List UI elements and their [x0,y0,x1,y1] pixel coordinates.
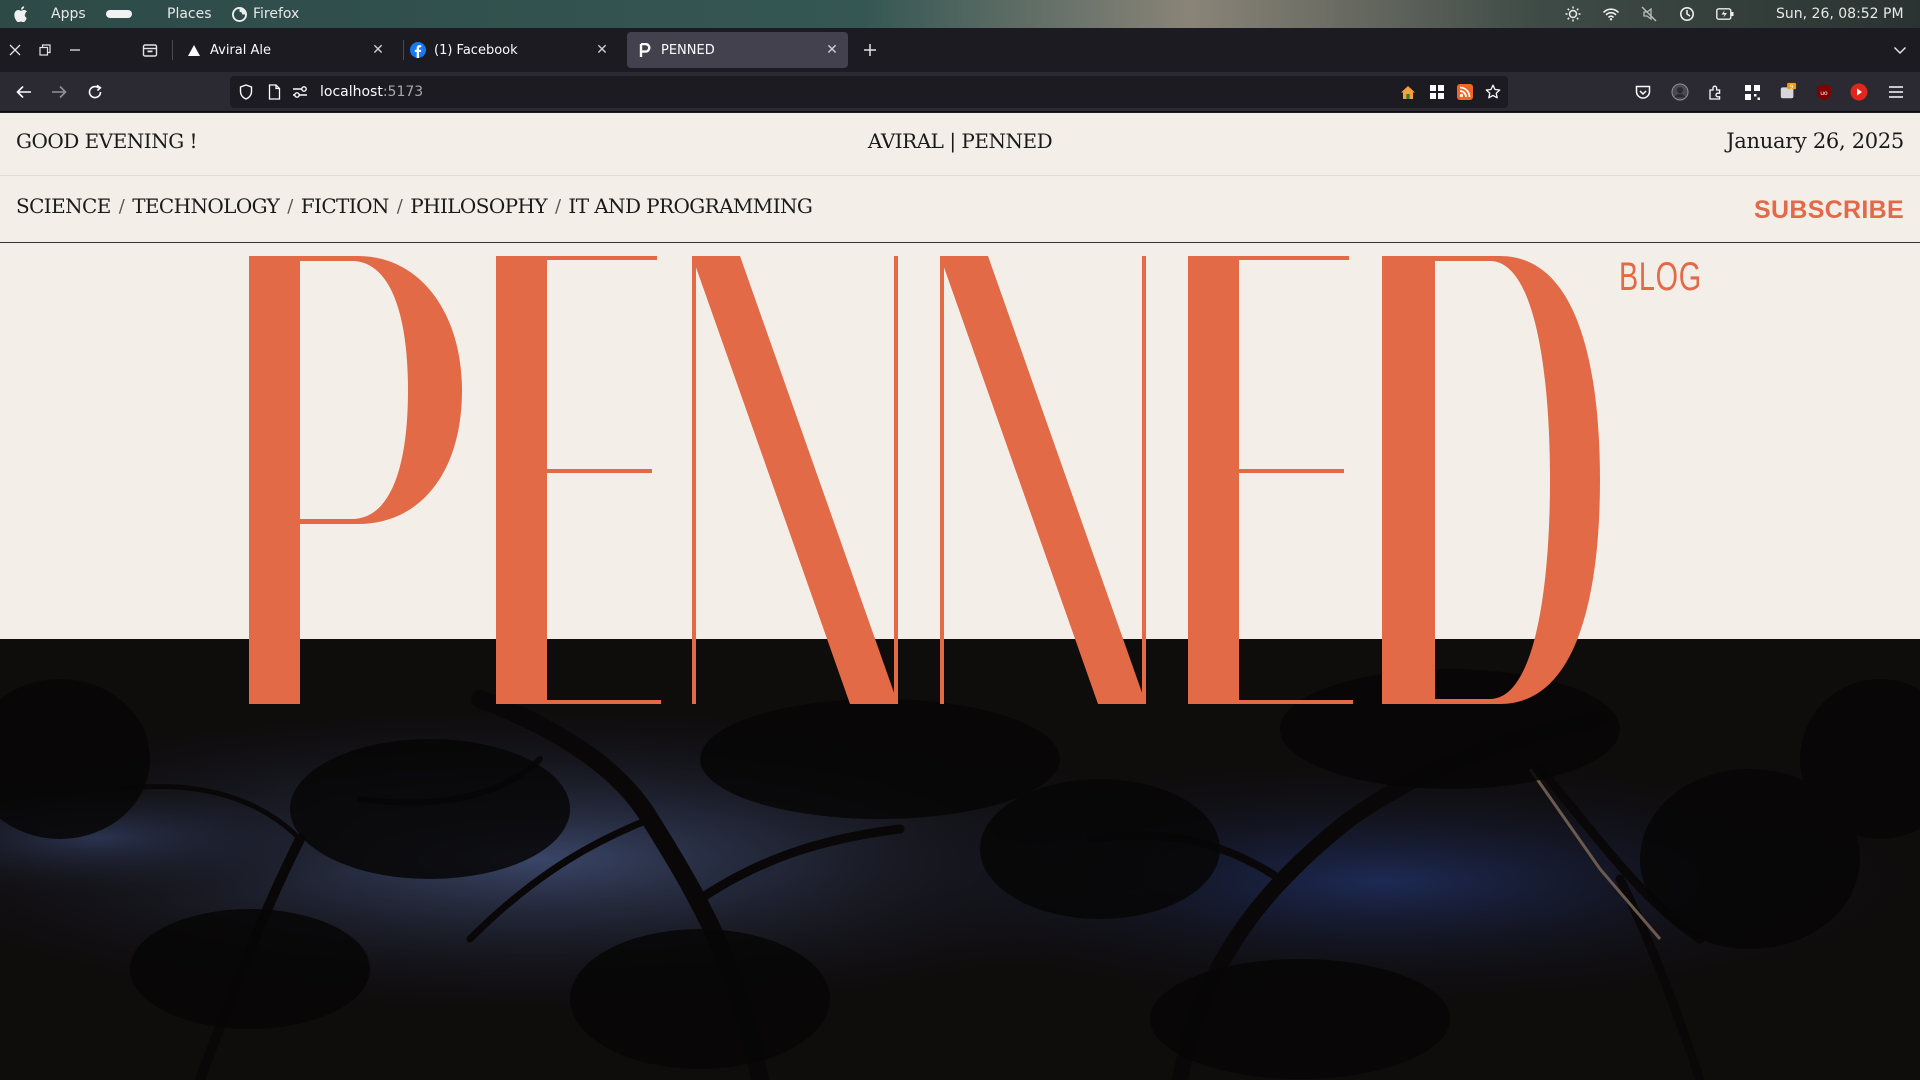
brightness-icon[interactable] [1564,5,1582,23]
pocket-icon[interactable] [1634,83,1652,101]
vercel-icon [186,42,202,58]
window-minimize-icon[interactable] [63,38,87,62]
firefox-icon [232,0,247,28]
svg-text:9: 9 [1790,84,1794,90]
tab-close-icon[interactable]: ✕ [824,42,840,58]
list-all-tabs-icon[interactable] [1888,38,1912,62]
menu-places[interactable]: Places [167,0,212,28]
sound-muted-icon[interactable] [1640,5,1658,23]
page-icon[interactable] [266,84,282,100]
permissions-icon[interactable] [292,84,308,100]
tracking-protection-shield-icon[interactable] [238,84,254,100]
clock[interactable]: Sun, 26, 08:52 PM [1776,0,1904,28]
rss-feed-icon[interactable] [1457,84,1473,100]
youtube-extension-icon[interactable] [1850,83,1868,101]
tab-penned[interactable]: PENNED ✕ [627,32,848,68]
feed-extension-icon[interactable]: 9 [1779,82,1797,100]
bookmark-star-icon[interactable] [1485,84,1501,100]
tab-aviral-ale[interactable]: Aviral Ale ✕ [176,32,394,68]
menu-apps[interactable]: Apps [51,0,86,28]
url-text[interactable]: localhost:5173 [320,76,423,108]
facebook-icon [410,42,426,58]
home-icon[interactable] [1400,84,1416,100]
new-tab-icon[interactable] [858,38,882,62]
url-host: localhost [320,84,383,100]
blog-tag: BLOG [1619,255,1702,299]
apple-icon[interactable] [14,0,28,28]
workspace-indicator[interactable] [106,0,132,28]
tab-title: Aviral Ale [210,42,271,58]
tab-separator [172,40,173,60]
forward-icon[interactable] [47,80,71,104]
window-restore-icon[interactable] [33,38,57,62]
hamburger-menu-icon[interactable] [1887,83,1905,101]
menu-firefox[interactable]: Firefox [253,0,299,28]
battery-charging-icon[interactable] [1716,5,1734,23]
qr-grid-extension-icon[interactable] [1743,83,1761,101]
navigation-toolbar: localhost:5173 9 uo [0,72,1920,112]
power-profile-icon[interactable] [1678,5,1696,23]
tab-close-icon[interactable]: ✕ [594,42,610,58]
os-top-bar: Apps Places Firefox Sun, 26, 08:52 PM [0,0,1920,28]
url-port: :5173 [382,84,424,100]
web-page: GOOD EVENING ! AVIRAL | PENNED January 2… [0,113,1920,1080]
wifi-icon[interactable] [1602,5,1620,23]
url-bar[interactable]: localhost:5173 [230,76,1508,108]
extensions-puzzle-icon[interactable] [1707,83,1725,101]
tab-close-icon[interactable]: ✕ [370,42,386,58]
penned-favicon [637,42,653,58]
tab-title: PENNED [661,42,715,58]
tab-facebook[interactable]: (1) Facebook ✕ [400,32,618,68]
account-avatar-icon[interactable] [1671,83,1689,101]
reload-icon[interactable] [83,80,107,104]
back-icon[interactable] [12,80,36,104]
svg-text:uo: uo [1820,90,1828,97]
firefox-view-icon[interactable] [138,38,162,62]
window-close-icon[interactable] [3,38,27,62]
tab-strip: Aviral Ale ✕ (1) Facebook ✕ PENNED ✕ [0,28,1920,72]
tab-title: (1) Facebook [434,42,518,58]
grid-apps-icon[interactable] [1429,84,1445,100]
ublock-origin-icon[interactable]: uo [1815,83,1833,101]
